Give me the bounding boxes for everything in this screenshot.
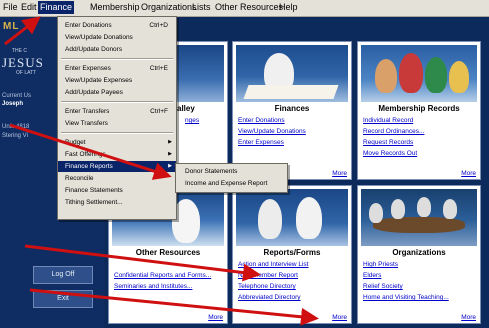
arrow-to-finance-menu bbox=[4, 16, 41, 46]
arrow-to-reports-more bbox=[29, 288, 319, 326]
arrow-to-finance-reports bbox=[9, 123, 172, 180]
arrow-to-new-member-report bbox=[24, 244, 261, 282]
annotation-arrows bbox=[4, 16, 319, 326]
